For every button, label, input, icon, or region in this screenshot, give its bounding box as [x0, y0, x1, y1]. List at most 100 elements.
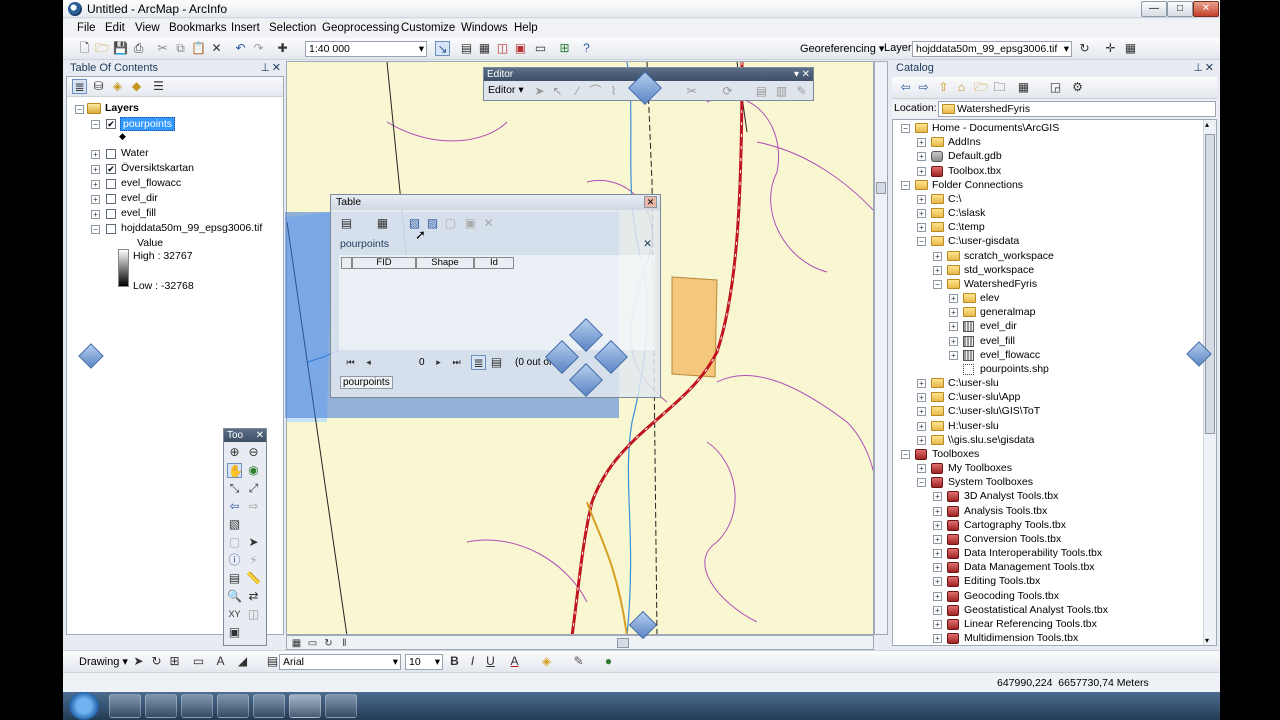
- catalog-item[interactable]: elev: [980, 292, 999, 304]
- line-color-icon[interactable]: ✎: [571, 654, 586, 669]
- font-icon[interactable]: ▤: [265, 654, 280, 669]
- taskbar-window-icon[interactable]: [325, 694, 357, 718]
- catalog-item[interactable]: Analysis Tools.tbx: [964, 505, 1047, 517]
- taskbar-ie-icon[interactable]: [109, 694, 141, 718]
- related-tables-icon[interactable]: ▦: [375, 216, 390, 231]
- catalog-item[interactable]: Geostatistical Analyst Tools.tbx: [964, 604, 1108, 616]
- layers-group-label[interactable]: Layers: [105, 102, 139, 114]
- catalog-item[interactable]: evel_dir: [980, 320, 1017, 332]
- collapse-toggle[interactable]: −: [917, 237, 926, 247]
- layer-pourpoints[interactable]: pourpoints: [120, 117, 176, 131]
- georef-layer-select[interactable]: hojddata50m_99_epsg3006.tif ▾: [912, 41, 1072, 57]
- find-route-icon[interactable]: ⇄: [246, 589, 261, 604]
- layer-checkbox-oversiktskartan[interactable]: ✔: [106, 164, 116, 174]
- rotate-tool-icon[interactable]: ⟳: [720, 84, 735, 99]
- catalog-item[interactable]: Data Interoperability Tools.tbx: [964, 547, 1102, 559]
- expand-toggle[interactable]: +: [91, 180, 100, 189]
- catalog-vertical-scrollbar[interactable]: ▴ ▾: [1203, 120, 1216, 645]
- previous-record-icon[interactable]: ◂: [361, 355, 376, 370]
- catalog-item[interactable]: std_workspace: [964, 264, 1034, 276]
- list-by-drawing-order-icon[interactable]: ≣: [72, 79, 87, 94]
- hyperlink-icon[interactable]: ⚡: [246, 553, 261, 568]
- catalog-item[interactable]: C:\temp: [948, 221, 985, 233]
- pin-icon[interactable]: ⊥: [1193, 61, 1203, 76]
- catalog-item[interactable]: evel_fill: [980, 335, 1015, 347]
- show-all-records-icon[interactable]: ≣: [471, 355, 486, 370]
- catalog-item[interactable]: AddIns: [948, 136, 981, 148]
- arctoolbox-icon[interactable]: ▣: [513, 41, 528, 56]
- drawing-menu[interactable]: Drawing ▾: [79, 655, 128, 668]
- open-folder-icon[interactable]: 🗁: [95, 41, 110, 56]
- chevron-down-icon[interactable]: ▾: [794, 68, 799, 81]
- sketch-properties-icon[interactable]: ▥: [774, 84, 789, 99]
- catalog-item[interactable]: C:\user-gisdata: [948, 235, 1019, 247]
- expand-toggle[interactable]: +: [91, 195, 100, 204]
- catalog-item[interactable]: System Toolboxes: [948, 476, 1033, 488]
- options-icon[interactable]: ☰: [151, 79, 166, 94]
- layout-view-icon[interactable]: ▭: [305, 636, 320, 651]
- catalog-item[interactable]: Cartography Tools.tbx: [964, 519, 1066, 531]
- expand-toggle[interactable]: +: [917, 138, 926, 148]
- rectangle-icon[interactable]: ▭: [191, 654, 206, 669]
- start-button[interactable]: [69, 692, 99, 720]
- pin-icon[interactable]: ⊥: [260, 61, 270, 76]
- expand-toggle[interactable]: +: [917, 194, 926, 204]
- catalog-item[interactable]: Editing Tools.tbx: [964, 575, 1040, 587]
- link-table-icon[interactable]: ▦: [1123, 41, 1138, 56]
- expand-toggle[interactable]: +: [917, 393, 926, 403]
- identify-icon[interactable]: ⓘ: [227, 553, 242, 568]
- edit-vertices-icon[interactable]: ◢: [235, 654, 250, 669]
- catalog-item[interactable]: H:\user-slu: [948, 420, 999, 432]
- close-icon[interactable]: ✕: [644, 196, 657, 208]
- scroll-down-icon[interactable]: ▾: [1205, 636, 1209, 645]
- endpoint-arc-icon[interactable]: ⌒: [588, 84, 603, 99]
- expand-toggle[interactable]: +: [933, 634, 942, 644]
- select-features-icon[interactable]: ▧: [227, 517, 242, 532]
- first-record-icon[interactable]: ⏮: [343, 355, 358, 370]
- expand-toggle[interactable]: +: [91, 210, 100, 219]
- expand-toggle[interactable]: +: [917, 223, 926, 233]
- collapse-toggle[interactable]: −: [933, 279, 942, 289]
- new-document-icon[interactable]: 🗋: [77, 41, 92, 56]
- catalog-item[interactable]: Folder Connections: [932, 179, 1023, 191]
- underline-button[interactable]: U: [483, 654, 498, 669]
- text-tool-icon[interactable]: A: [213, 654, 228, 669]
- taskbar-outlook-icon[interactable]: [253, 694, 285, 718]
- expand-toggle[interactable]: +: [933, 563, 942, 573]
- catalog-item[interactable]: C:\user-slu\App: [948, 391, 1020, 403]
- menu-bookmarks[interactable]: Bookmarks: [169, 22, 227, 34]
- menu-help[interactable]: Help: [514, 22, 538, 34]
- next-record-icon[interactable]: ▸: [431, 355, 446, 370]
- collapse-toggle[interactable]: −: [917, 478, 926, 488]
- expand-toggle[interactable]: +: [933, 506, 942, 516]
- collapse-toggle[interactable]: −: [91, 120, 100, 129]
- home-icon[interactable]: ⌂: [954, 80, 969, 95]
- zoom-whole-page-icon[interactable]: ⊞: [167, 654, 182, 669]
- model-builder-icon[interactable]: ⊞: [557, 41, 572, 56]
- trace-icon[interactable]: ⌇: [606, 84, 621, 99]
- save-icon[interactable]: 💾: [113, 41, 128, 56]
- layer-evel-dir[interactable]: evel_dir: [121, 192, 158, 204]
- viewer-window-icon[interactable]: ▣: [227, 625, 242, 640]
- views-icon[interactable]: ▦: [1016, 80, 1031, 95]
- fixed-zoom-in-icon[interactable]: ⤡: [227, 481, 242, 496]
- collapse-toggle[interactable]: −: [901, 124, 910, 133]
- pan-icon[interactable]: ✋: [227, 463, 243, 478]
- catalog-item[interactable]: C:\: [948, 193, 961, 205]
- horizontal-scrollbar-thumb[interactable]: [617, 638, 629, 648]
- collapse-toggle[interactable]: −: [901, 180, 910, 190]
- layer-water[interactable]: Water: [121, 147, 149, 159]
- expand-toggle[interactable]: +: [949, 294, 958, 304]
- column-header-id[interactable]: Id: [474, 257, 514, 269]
- toc-window-icon[interactable]: ▤: [459, 41, 474, 56]
- catalog-item[interactable]: \\gis.slu.se\gisdata: [948, 434, 1034, 446]
- map-vertical-scrollbar[interactable]: [874, 61, 888, 635]
- catalog-item[interactable]: evel_flowacc: [980, 349, 1040, 361]
- show-selected-records-icon[interactable]: ▤: [489, 355, 504, 370]
- close-icon[interactable]: ✕: [802, 68, 810, 81]
- print-icon[interactable]: ⎙: [131, 41, 146, 56]
- rotate-icon[interactable]: ↻: [1077, 41, 1092, 56]
- add-data-icon[interactable]: ✚: [275, 41, 290, 56]
- catalog-item[interactable]: C:\user-slu\GIS\ToT: [948, 405, 1040, 417]
- zoom-in-icon[interactable]: ⊕: [227, 445, 242, 460]
